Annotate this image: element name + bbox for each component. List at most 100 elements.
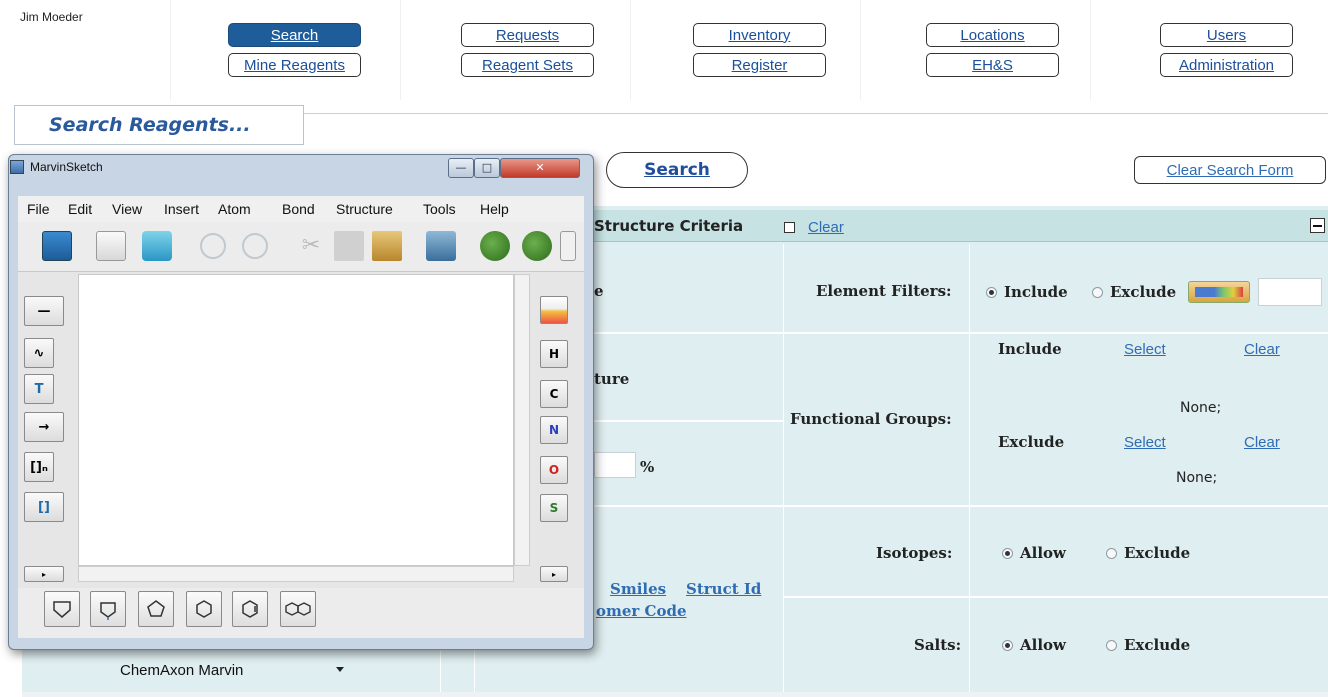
chevron-down-icon (336, 667, 344, 672)
copy-icon[interactable] (334, 231, 364, 261)
nav-reagent-sets[interactable]: Reagent Sets (461, 53, 594, 77)
paste-icon[interactable] (372, 231, 402, 261)
fg-include-value: None; (1180, 400, 1222, 416)
nav-users[interactable]: Users (1160, 23, 1293, 47)
nav-register[interactable]: Register (693, 53, 826, 77)
atom-c-button[interactable]: C (540, 380, 568, 408)
nav-ehs[interactable]: EH&S (926, 53, 1059, 77)
isotopes-label: Isotopes: (876, 544, 953, 562)
toolbar-more-icon[interactable] (560, 231, 576, 261)
canvas-vertical-scrollbar[interactable] (514, 274, 530, 566)
collapse-icon[interactable] (1310, 218, 1325, 233)
grid-divider (969, 244, 970, 692)
minimize-button[interactable]: — (448, 158, 474, 178)
marvin-app-icon (10, 160, 24, 174)
zoom-out-icon[interactable] (522, 231, 552, 261)
atom-s-button[interactable]: S (540, 494, 568, 522)
scroll-right-icon[interactable]: ▸ (24, 566, 64, 582)
element-filters-label: Element Filters: (816, 282, 952, 300)
structure-editor-select[interactable]: ChemAxon Marvin (112, 656, 352, 684)
naphthalene-template-icon[interactable] (280, 591, 316, 627)
fg-exclude-select-link[interactable]: Select (1124, 434, 1166, 451)
fg-exclude-clear-link[interactable]: Clear (1244, 434, 1280, 451)
structure-option-label: ture (594, 370, 630, 388)
element-include-radio[interactable] (986, 287, 997, 298)
periodic-table-icon[interactable] (1188, 281, 1250, 303)
canvas-horizontal-scrollbar[interactable] (78, 566, 514, 582)
nav-administration[interactable]: Administration (1160, 53, 1293, 77)
menu-bond[interactable]: Bond (282, 201, 315, 217)
sketch-canvas[interactable] (78, 274, 514, 566)
element-exclude-label: Exclude (1110, 283, 1177, 301)
calculate-icon[interactable] (426, 231, 456, 261)
nav-search[interactable]: Search (228, 23, 361, 47)
element-list-input[interactable] (1258, 278, 1322, 306)
eraser-icon[interactable] (142, 231, 172, 261)
functional-groups-label: Functional Groups: (790, 410, 952, 428)
redo-icon[interactable] (242, 233, 268, 259)
cyclobutane-template-icon[interactable] (90, 591, 126, 627)
salts-allow-radio[interactable] (1002, 640, 1013, 651)
zoom-in-icon[interactable] (480, 231, 510, 261)
chain-tool-icon[interactable]: ∿ (24, 338, 54, 368)
criteria-enable-checkbox[interactable] (784, 222, 795, 233)
nav-locations[interactable]: Locations (926, 23, 1059, 47)
menu-edit[interactable]: Edit (68, 201, 92, 217)
menu-insert[interactable]: Insert (164, 201, 199, 217)
marvinsketch-title: MarvinSketch (30, 160, 103, 174)
isotopes-allow-radio[interactable] (1002, 548, 1013, 559)
bracket-n-icon[interactable]: []ₙ (24, 452, 54, 482)
search-button[interactable]: Search (606, 152, 748, 188)
periodic-table-tool-icon[interactable] (540, 296, 568, 324)
similarity-input[interactable] (594, 452, 636, 478)
criteria-panel-title: Structure Criteria (594, 217, 744, 235)
nav-inventory[interactable]: Inventory (693, 23, 826, 47)
benzene-template-icon[interactable] (232, 591, 268, 627)
structure-editor-value: ChemAxon Marvin (120, 661, 244, 679)
nav-requests[interactable]: Requests (461, 23, 594, 47)
panel-bottom-border (22, 692, 1328, 697)
criteria-clear-link[interactable]: Clear (808, 219, 844, 236)
nav-mine-reagents[interactable]: Mine Reagents (228, 53, 361, 77)
menu-file[interactable]: File (27, 201, 50, 217)
atom-h-button[interactable]: H (540, 340, 568, 368)
isotopes-exclude-radio[interactable] (1106, 548, 1117, 559)
cut-icon[interactable]: ✂ (296, 231, 326, 261)
cyclohexane-template-icon[interactable] (186, 591, 222, 627)
monomer-code-link[interactable]: omer Code (596, 602, 687, 620)
undo-icon[interactable] (200, 233, 226, 259)
cyclopropane-template-icon[interactable] (44, 591, 80, 627)
maximize-button[interactable]: □ (474, 158, 500, 178)
atom-o-button[interactable]: O (540, 456, 568, 484)
fg-include-clear-link[interactable]: Clear (1244, 341, 1280, 358)
clear-search-form-button[interactable]: Clear Search Form (1134, 156, 1326, 184)
structure-option-label: e (594, 282, 604, 300)
fg-exclude-label: Exclude (998, 433, 1065, 451)
salts-label: Salts: (914, 636, 962, 654)
element-exclude-radio[interactable] (1092, 287, 1103, 298)
bracket-tool-icon[interactable]: [] (24, 492, 64, 522)
arrow-tool-icon[interactable]: → (24, 412, 64, 442)
cyclopentane-template-icon[interactable] (138, 591, 174, 627)
text-tool-icon[interactable]: T (24, 374, 54, 404)
menu-view[interactable]: View (112, 201, 142, 217)
select-tool-icon[interactable] (96, 231, 126, 261)
smiles-link[interactable]: Smiles (610, 580, 666, 598)
fg-include-select-link[interactable]: Select (1124, 341, 1166, 358)
menu-help[interactable]: Help (480, 201, 509, 217)
single-bond-icon[interactable]: — (24, 296, 64, 326)
marvinsketch-titlebar[interactable]: MarvinSketch (10, 160, 103, 174)
menu-atom[interactable]: Atom (218, 201, 251, 217)
grid-divider (783, 244, 784, 692)
scroll-right-icon[interactable]: ▸ (540, 566, 568, 582)
salts-exclude-radio[interactable] (1106, 640, 1117, 651)
struct-id-link[interactable]: Struct Id (686, 580, 761, 598)
salts-exclude-label: Exclude (1124, 636, 1191, 654)
menu-structure[interactable]: Structure (336, 201, 393, 217)
grid-divider (594, 505, 1328, 507)
clean-2d-icon[interactable] (42, 231, 72, 261)
page-title: Search Reagents... (14, 105, 304, 145)
atom-n-button[interactable]: N (540, 416, 568, 444)
close-button[interactable]: ✕ (500, 158, 580, 178)
menu-tools[interactable]: Tools (423, 201, 456, 217)
